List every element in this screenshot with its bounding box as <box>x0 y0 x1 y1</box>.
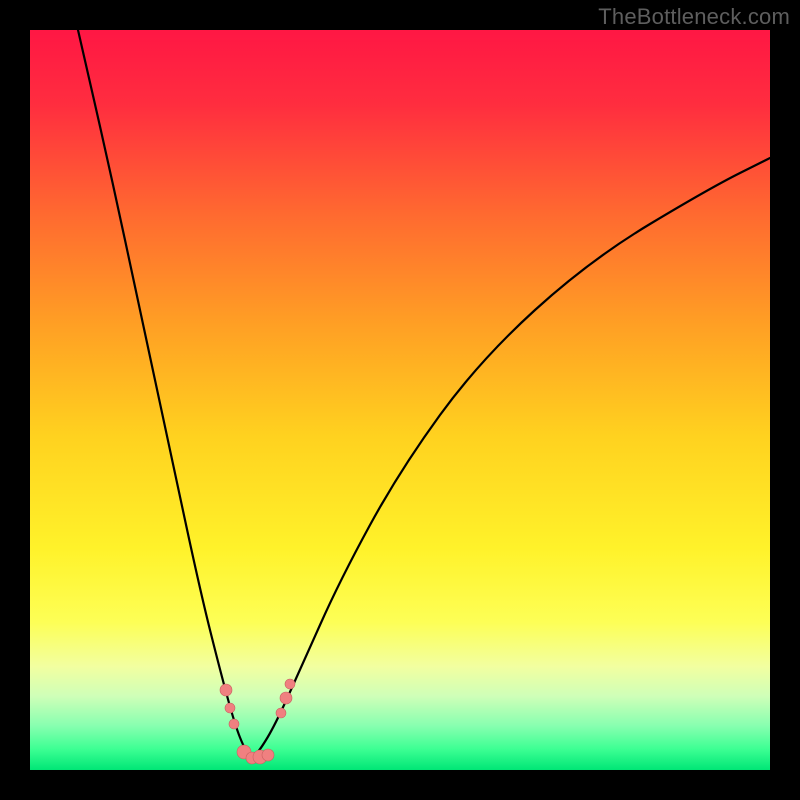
data-marker <box>285 679 295 689</box>
data-marker <box>220 684 232 696</box>
chart-container: TheBottleneck.com <box>0 0 800 800</box>
data-marker <box>280 692 292 704</box>
data-marker <box>262 749 274 761</box>
data-marker <box>229 719 239 729</box>
plot-area <box>30 30 770 770</box>
data-marker <box>276 708 286 718</box>
plot-svg <box>30 30 770 770</box>
gradient-background <box>30 30 770 770</box>
data-marker <box>225 703 235 713</box>
watermark-text: TheBottleneck.com <box>598 4 790 30</box>
